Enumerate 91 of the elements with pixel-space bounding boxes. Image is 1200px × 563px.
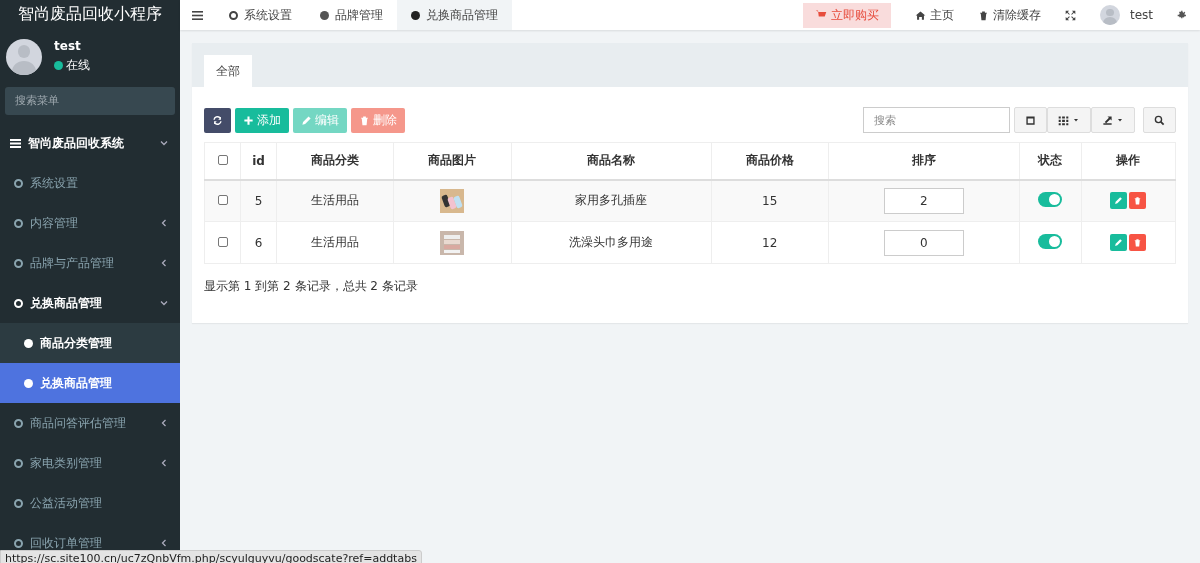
table-cell: 洗澡头巾多用途 bbox=[511, 221, 712, 264]
page-tab[interactable]: 品牌管理 bbox=[306, 0, 397, 30]
clear-cache-link[interactable]: 清除缓存 bbox=[965, 0, 1053, 30]
trash-icon bbox=[359, 114, 370, 126]
sort-field[interactable]: 2 bbox=[883, 187, 964, 214]
trash-icon bbox=[1133, 238, 1143, 247]
list-icon bbox=[10, 138, 21, 148]
delete-row-button[interactable] bbox=[1129, 234, 1147, 251]
page-tab[interactable]: 兑换商品管理 bbox=[397, 0, 512, 30]
table-cell: 生活用品 bbox=[276, 221, 394, 264]
pagination-info: 显示第 1 到第 2 条记录，总共 2 条记录 bbox=[204, 278, 419, 295]
menu-item[interactable]: 内容管理 bbox=[0, 203, 180, 243]
pencil-icon bbox=[1114, 238, 1124, 247]
export-icon bbox=[1102, 114, 1113, 126]
circle-icon bbox=[14, 538, 23, 548]
sort-field[interactable]: 0 bbox=[883, 229, 964, 256]
row-checkbox[interactable] bbox=[217, 194, 228, 205]
column-header: id bbox=[240, 142, 277, 180]
chevron-down-icon bbox=[160, 139, 168, 147]
circle-icon bbox=[14, 178, 23, 188]
chevron-left-icon bbox=[160, 539, 168, 547]
status-toggle[interactable] bbox=[1038, 233, 1063, 249]
menu-item[interactable]: 商品问答评估管理 bbox=[0, 403, 180, 443]
status-toggle[interactable] bbox=[1038, 191, 1063, 207]
menu-item[interactable]: 兑换商品管理 bbox=[0, 283, 180, 323]
menu-item[interactable]: 家电类别管理 bbox=[0, 443, 180, 483]
menu-item[interactable]: 兑换商品管理 bbox=[0, 363, 180, 403]
grid-icon bbox=[1058, 114, 1069, 126]
bullet-icon bbox=[24, 378, 33, 388]
menu-item[interactable]: 智尚废品回收系统 bbox=[0, 123, 180, 163]
pencil-icon bbox=[301, 114, 312, 126]
edit-row-button[interactable] bbox=[1110, 234, 1128, 251]
column-header: 商品价格 bbox=[711, 142, 829, 180]
circle-icon bbox=[229, 10, 238, 20]
page-tab[interactable]: 系统设置 bbox=[215, 0, 306, 30]
row-checkbox[interactable] bbox=[217, 236, 228, 247]
caret-icon bbox=[1072, 116, 1080, 124]
home-link[interactable]: 主页 bbox=[902, 0, 966, 30]
table-cell: 5 bbox=[240, 179, 277, 222]
search-icon bbox=[1154, 114, 1165, 126]
table-cell: 15 bbox=[711, 179, 829, 222]
chevron-left-icon bbox=[160, 459, 168, 467]
search-field[interactable]: 搜索 bbox=[863, 107, 1010, 133]
refresh-button[interactable] bbox=[204, 107, 231, 133]
circle-icon bbox=[14, 418, 23, 428]
bullet-icon bbox=[24, 338, 33, 348]
column-header: 操作 bbox=[1081, 142, 1176, 180]
search-button[interactable] bbox=[1143, 107, 1176, 133]
table-cell: 12 bbox=[711, 221, 829, 264]
menu-item[interactable]: 商品分类管理 bbox=[0, 323, 180, 363]
column-header: 状态 bbox=[1019, 142, 1082, 180]
fullscreen-icon bbox=[1064, 9, 1076, 21]
chevron-left-icon bbox=[160, 419, 168, 427]
circle-icon bbox=[14, 458, 23, 468]
pencil-icon bbox=[1114, 196, 1124, 206]
select-all-checkbox[interactable] bbox=[217, 154, 228, 165]
menu-item[interactable]: 系统设置 bbox=[0, 163, 180, 203]
chevron-left-icon bbox=[160, 219, 168, 227]
chevron-down-icon bbox=[160, 299, 168, 307]
user-status: 在线 bbox=[66, 57, 90, 75]
trash-icon bbox=[1133, 196, 1143, 206]
delete-row-button[interactable] bbox=[1129, 192, 1147, 210]
menu-search-field[interactable]: 搜索菜单 bbox=[5, 87, 175, 115]
column-header: 商品分类 bbox=[276, 142, 394, 180]
columns-button[interactable] bbox=[1047, 107, 1091, 133]
menu-item[interactable]: 公益活动管理 bbox=[0, 483, 180, 523]
caret-icon bbox=[1116, 116, 1124, 124]
export-button[interactable] bbox=[1091, 107, 1135, 133]
column-header: 商品图片 bbox=[393, 142, 512, 180]
user-menu[interactable]: test bbox=[1087, 0, 1165, 30]
plus-icon bbox=[243, 114, 254, 126]
circle-icon bbox=[14, 498, 23, 508]
table-cell: 家用多孔插座 bbox=[511, 179, 712, 222]
user-name: test bbox=[54, 39, 82, 54]
circle-icon bbox=[14, 258, 23, 268]
home-icon bbox=[914, 9, 926, 21]
refresh-icon bbox=[212, 114, 223, 126]
dot-icon bbox=[411, 10, 420, 20]
dot-icon bbox=[320, 10, 329, 20]
circle-icon bbox=[14, 298, 23, 308]
circle-icon bbox=[14, 218, 23, 228]
edit-row-button[interactable] bbox=[1110, 192, 1128, 210]
table-cell: 生活用品 bbox=[276, 179, 394, 222]
column-header: 商品名称 bbox=[511, 142, 712, 180]
filter-tab[interactable]: 全部 bbox=[204, 55, 252, 87]
menu-item[interactable]: 品牌与产品管理 bbox=[0, 243, 180, 283]
column-header: 排序 bbox=[828, 142, 1020, 180]
table-cell: 6 bbox=[240, 221, 277, 264]
chevron-left-icon bbox=[160, 259, 168, 267]
card-view-icon bbox=[1025, 114, 1036, 126]
toggle-view-button[interactable] bbox=[1014, 107, 1047, 133]
